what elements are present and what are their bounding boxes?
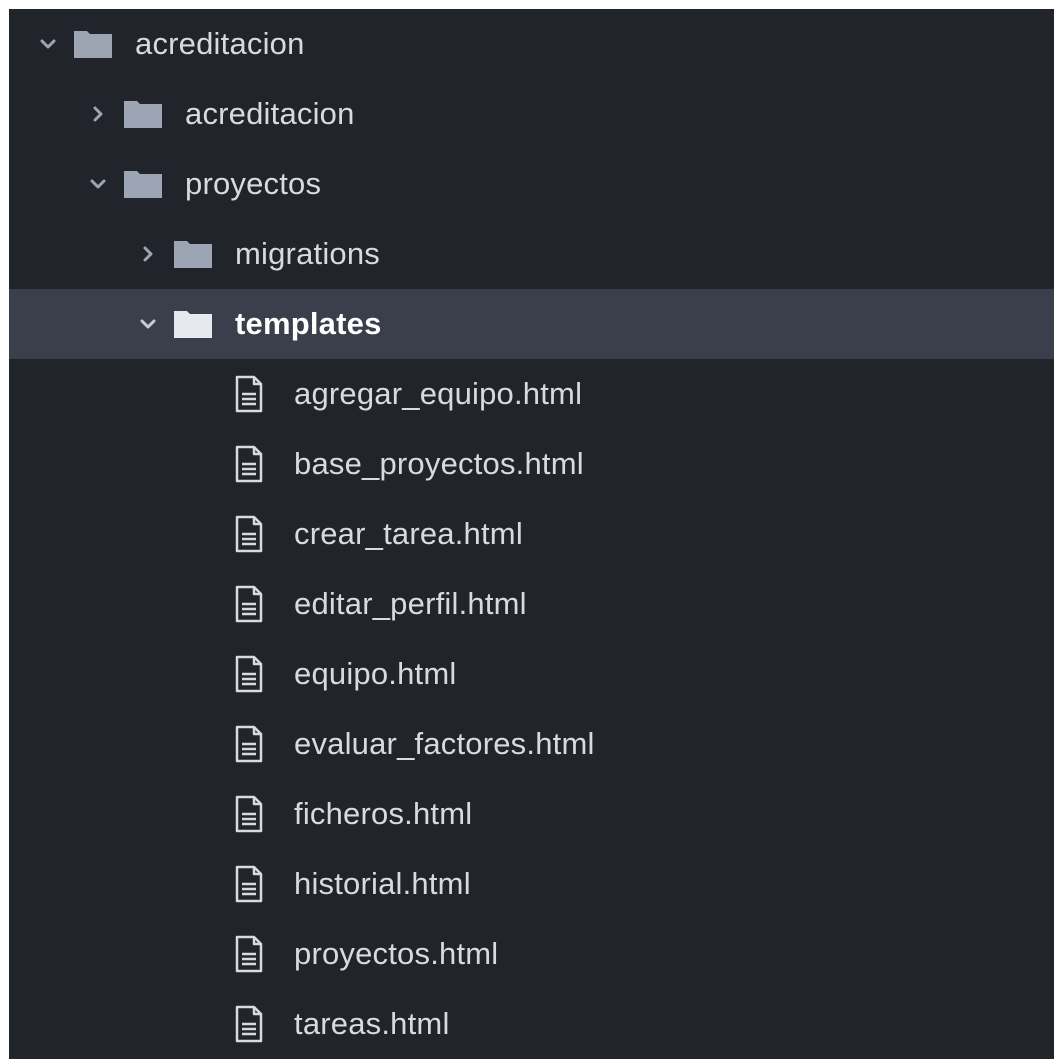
folder-icon xyxy=(123,99,163,129)
tree-folder-acreditacion-root[interactable]: acreditacion xyxy=(9,9,1054,79)
tree-file[interactable]: tareas.html xyxy=(9,989,1054,1059)
file-text-icon xyxy=(234,374,264,414)
tree-file[interactable]: evaluar_factores.html xyxy=(9,709,1054,779)
folder-label: templates xyxy=(235,306,382,341)
chevron-down-icon[interactable] xyxy=(137,313,159,335)
file-label: evaluar_factores.html xyxy=(294,726,595,761)
tree-file[interactable]: editar_perfil.html xyxy=(9,569,1054,639)
tree-folder-acreditacion[interactable]: acreditacion xyxy=(9,79,1054,149)
folder-icon xyxy=(173,239,213,269)
tree-folder-migrations[interactable]: migrations xyxy=(9,219,1054,289)
tree-file[interactable]: proyectos.html xyxy=(9,919,1054,989)
file-label: historial.html xyxy=(294,866,471,901)
chevron-down-icon[interactable] xyxy=(37,33,59,55)
file-tree-panel: acreditacion acreditacion proyectos migr… xyxy=(9,9,1054,1059)
tree-file[interactable]: crear_tarea.html xyxy=(9,499,1054,569)
folder-icon xyxy=(123,169,163,199)
file-text-icon xyxy=(234,724,264,764)
file-label: base_proyectos.html xyxy=(294,446,584,481)
file-label: agregar_equipo.html xyxy=(294,376,583,411)
file-text-icon xyxy=(234,584,264,624)
folder-label: acreditacion xyxy=(135,26,305,61)
folder-label: migrations xyxy=(235,236,380,271)
chevron-right-icon[interactable] xyxy=(137,243,159,265)
file-text-icon xyxy=(234,864,264,904)
tree-folder-templates[interactable]: templates xyxy=(9,289,1054,359)
file-text-icon xyxy=(234,654,264,694)
folder-icon xyxy=(173,309,213,339)
folder-label: proyectos xyxy=(185,166,322,201)
tree-file[interactable]: equipo.html xyxy=(9,639,1054,709)
file-label: ficheros.html xyxy=(294,796,473,831)
file-text-icon xyxy=(234,794,264,834)
chevron-right-icon[interactable] xyxy=(87,103,109,125)
file-text-icon xyxy=(234,514,264,554)
file-label: equipo.html xyxy=(294,656,457,691)
file-label: crear_tarea.html xyxy=(294,516,523,551)
tree-file[interactable]: ficheros.html xyxy=(9,779,1054,849)
folder-label: acreditacion xyxy=(185,96,355,131)
tree-folder-proyectos[interactable]: proyectos xyxy=(9,149,1054,219)
tree-file[interactable]: agregar_equipo.html xyxy=(9,359,1054,429)
file-label: editar_perfil.html xyxy=(294,586,527,621)
file-text-icon xyxy=(234,934,264,974)
file-text-icon xyxy=(234,1004,264,1044)
file-text-icon xyxy=(234,444,264,484)
chevron-down-icon[interactable] xyxy=(87,173,109,195)
tree-file[interactable]: historial.html xyxy=(9,849,1054,919)
tree-file[interactable]: base_proyectos.html xyxy=(9,429,1054,499)
file-tree: acreditacion acreditacion proyectos migr… xyxy=(9,9,1054,1059)
file-label: tareas.html xyxy=(294,1006,450,1041)
folder-icon xyxy=(73,29,113,59)
file-label: proyectos.html xyxy=(294,936,499,971)
